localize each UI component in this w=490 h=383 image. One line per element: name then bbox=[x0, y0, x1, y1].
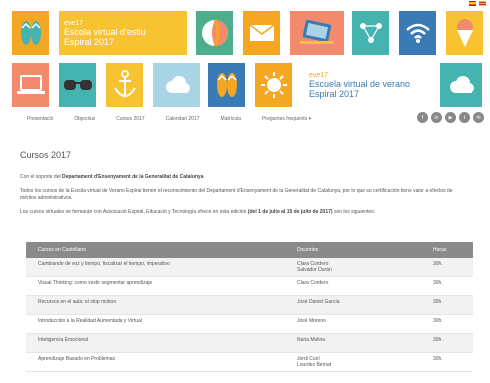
header-courses: Cursos en Castellano bbox=[26, 242, 285, 258]
teacher-name: José Daniel García bbox=[297, 299, 340, 305]
course-name[interactable]: Inteligencia Emocional bbox=[26, 333, 285, 353]
table-row: Introducción a la Realidad Aumentada y V… bbox=[26, 314, 473, 334]
course-teachers: Clara Cordero Salvador Durán bbox=[285, 258, 421, 277]
brand-label: eve17 bbox=[64, 19, 84, 27]
teacher-name: Clara Cordero bbox=[297, 280, 329, 286]
course-name[interactable]: Aprendizaje Basado en Problemas bbox=[26, 352, 285, 372]
flip-flops-icon bbox=[216, 73, 237, 97]
social-icons: f in ▶ t ✉ bbox=[417, 112, 484, 123]
ice-cream-icon bbox=[456, 19, 473, 47]
facebook-icon[interactable]: f bbox=[417, 112, 428, 123]
course-hours: 30h. bbox=[421, 295, 473, 315]
flip-flops-tile bbox=[12, 11, 49, 55]
recognition-paragraph: Todos los cursos de la Escola virtual de… bbox=[20, 188, 453, 201]
support-text: Con el soporte del bbox=[20, 174, 62, 180]
cloud-tile-2 bbox=[440, 63, 482, 107]
tablet-tile bbox=[290, 11, 344, 55]
anchor-tile bbox=[106, 63, 143, 107]
teacher-name: Nuria Molina bbox=[297, 337, 326, 343]
course-name[interactable]: Cambiando de voz y tiempo, fiscalizar el… bbox=[26, 258, 285, 277]
cloud-tile-1 bbox=[153, 63, 200, 107]
cloud-icon bbox=[450, 76, 474, 93]
youtube-icon[interactable]: ▶ bbox=[445, 112, 456, 123]
nav-presentacio[interactable]: Presentació bbox=[27, 116, 53, 122]
teacher-name: Lourdes Bernat bbox=[297, 362, 332, 368]
courses-table: Cursos en Castellano Docentes Horas Camb… bbox=[26, 242, 473, 372]
network-icon bbox=[359, 23, 382, 43]
spanish-flag-icon[interactable] bbox=[469, 1, 476, 6]
sun-icon bbox=[260, 72, 287, 98]
banner-title-catalan: eve17 Escola virtual d'estiu Espiral 201… bbox=[59, 11, 187, 55]
tablet-icon bbox=[300, 19, 334, 44]
title-line-2: Espiral 2017 bbox=[64, 36, 115, 47]
table-row: Aprendizaje Basado en Problemas Jordi Cun… bbox=[26, 352, 473, 372]
header-teachers: Docentes bbox=[285, 242, 421, 258]
wifi-tile bbox=[399, 11, 436, 55]
cloud-icon bbox=[165, 76, 190, 93]
envelope-icon bbox=[249, 24, 274, 41]
language-flags bbox=[469, 1, 486, 6]
course-teachers: Jordi Cuní Lourdes Bernat bbox=[285, 352, 421, 372]
course-name[interactable]: Introducción a la Realidad Aumentada y V… bbox=[26, 314, 285, 334]
sunglasses-tile bbox=[59, 63, 96, 107]
laptop-icon bbox=[16, 75, 45, 94]
table-row: Recursos en el aula: el stop motion José … bbox=[26, 295, 473, 315]
ice-cream-tile bbox=[446, 11, 483, 55]
flip-flops-icon bbox=[20, 21, 41, 45]
envelope-tile bbox=[243, 11, 280, 55]
brand-label: eve17 bbox=[309, 71, 329, 79]
header-hours: Horas bbox=[421, 242, 473, 258]
title-line-1: Escola virtual d'estiu bbox=[64, 26, 146, 37]
catalan-flag-icon[interactable] bbox=[479, 1, 486, 6]
wifi-icon bbox=[405, 23, 430, 43]
course-hours: 30h. bbox=[421, 314, 473, 334]
courses-intro-paragraph: Los cursos virtuales se formarán con Ass… bbox=[20, 209, 470, 216]
course-teachers: José Daniel García bbox=[285, 295, 421, 315]
linkedin-icon[interactable]: in bbox=[431, 112, 442, 123]
course-name[interactable]: Recursos en el aula: el stop motion bbox=[26, 295, 285, 315]
nav-matricula[interactable]: Matrícula bbox=[221, 116, 242, 122]
course-name[interactable]: Visual Thinking: como vestir segmentar a… bbox=[26, 276, 285, 296]
nav-cursos[interactable]: Cursos 2017 bbox=[116, 116, 144, 122]
course-teachers: Nuria Molina bbox=[285, 333, 421, 353]
anchor-icon bbox=[113, 70, 136, 97]
nav-faq[interactable]: Preguntes freqüents ▾ bbox=[262, 116, 311, 122]
table-row: Inteligencia Emocional Nuria Molina 30h. bbox=[26, 333, 473, 353]
table-row: Cambiando de voz y tiempo, fiscalizar el… bbox=[26, 258, 473, 277]
title-line-1: Escuela virtual de verano bbox=[309, 78, 411, 89]
nav-calendari[interactable]: Calendari 2017 bbox=[166, 116, 200, 122]
title-line-2: Espiral 2017 bbox=[309, 88, 360, 99]
main-content: Cursos 2017 Con el soporte del Departame… bbox=[20, 150, 470, 223]
course-teachers: Clara Cordero bbox=[285, 276, 421, 296]
course-hours: 30h. bbox=[421, 276, 473, 296]
beach-ball-icon bbox=[201, 19, 228, 47]
intro-text-end: son los siguientes: bbox=[332, 209, 376, 215]
course-hours: 30h. bbox=[421, 258, 473, 277]
connected-dots-tile bbox=[352, 11, 389, 55]
intro-dates: (del 1 de julio al 15 de julio de 2017) bbox=[247, 209, 333, 215]
support-paragraph: Con el soporte del Departament d'Ensenya… bbox=[20, 174, 470, 181]
header-banner: eve17 Escola virtual d'estiu Espiral 201… bbox=[12, 11, 483, 109]
nav-objectius[interactable]: Objectius bbox=[74, 116, 95, 122]
course-hours: 30h. bbox=[421, 333, 473, 353]
beach-ball-tile bbox=[196, 11, 233, 55]
page-title: Cursos 2017 bbox=[20, 150, 72, 160]
course-hours: 30h. bbox=[421, 352, 473, 372]
table-row: Visual Thinking: como vestir segmentar a… bbox=[26, 276, 473, 296]
email-icon[interactable]: ✉ bbox=[473, 112, 484, 123]
sun-tile bbox=[255, 63, 292, 107]
teacher-name: José Moreno bbox=[297, 318, 326, 324]
banner-title-spanish: eve17 Escuela virtual de verano Espiral … bbox=[304, 63, 434, 107]
sunglasses-icon bbox=[63, 80, 92, 90]
course-teachers: José Moreno bbox=[285, 314, 421, 334]
support-org: Departament d'Ensenyament de la Generali… bbox=[61, 174, 204, 180]
laptop-tile bbox=[12, 63, 49, 107]
main-nav: Presentació Objectius Cursos 2017 Calend… bbox=[12, 110, 482, 128]
teacher-name: Salvador Durán bbox=[297, 267, 332, 273]
flip-flops-tile-2 bbox=[208, 63, 245, 107]
table-header-row: Cursos en Castellano Docentes Horas bbox=[26, 242, 473, 258]
twitter-icon[interactable]: t bbox=[459, 112, 470, 123]
intro-text: Los cursos virtuales se formarán con Ass… bbox=[20, 209, 248, 215]
